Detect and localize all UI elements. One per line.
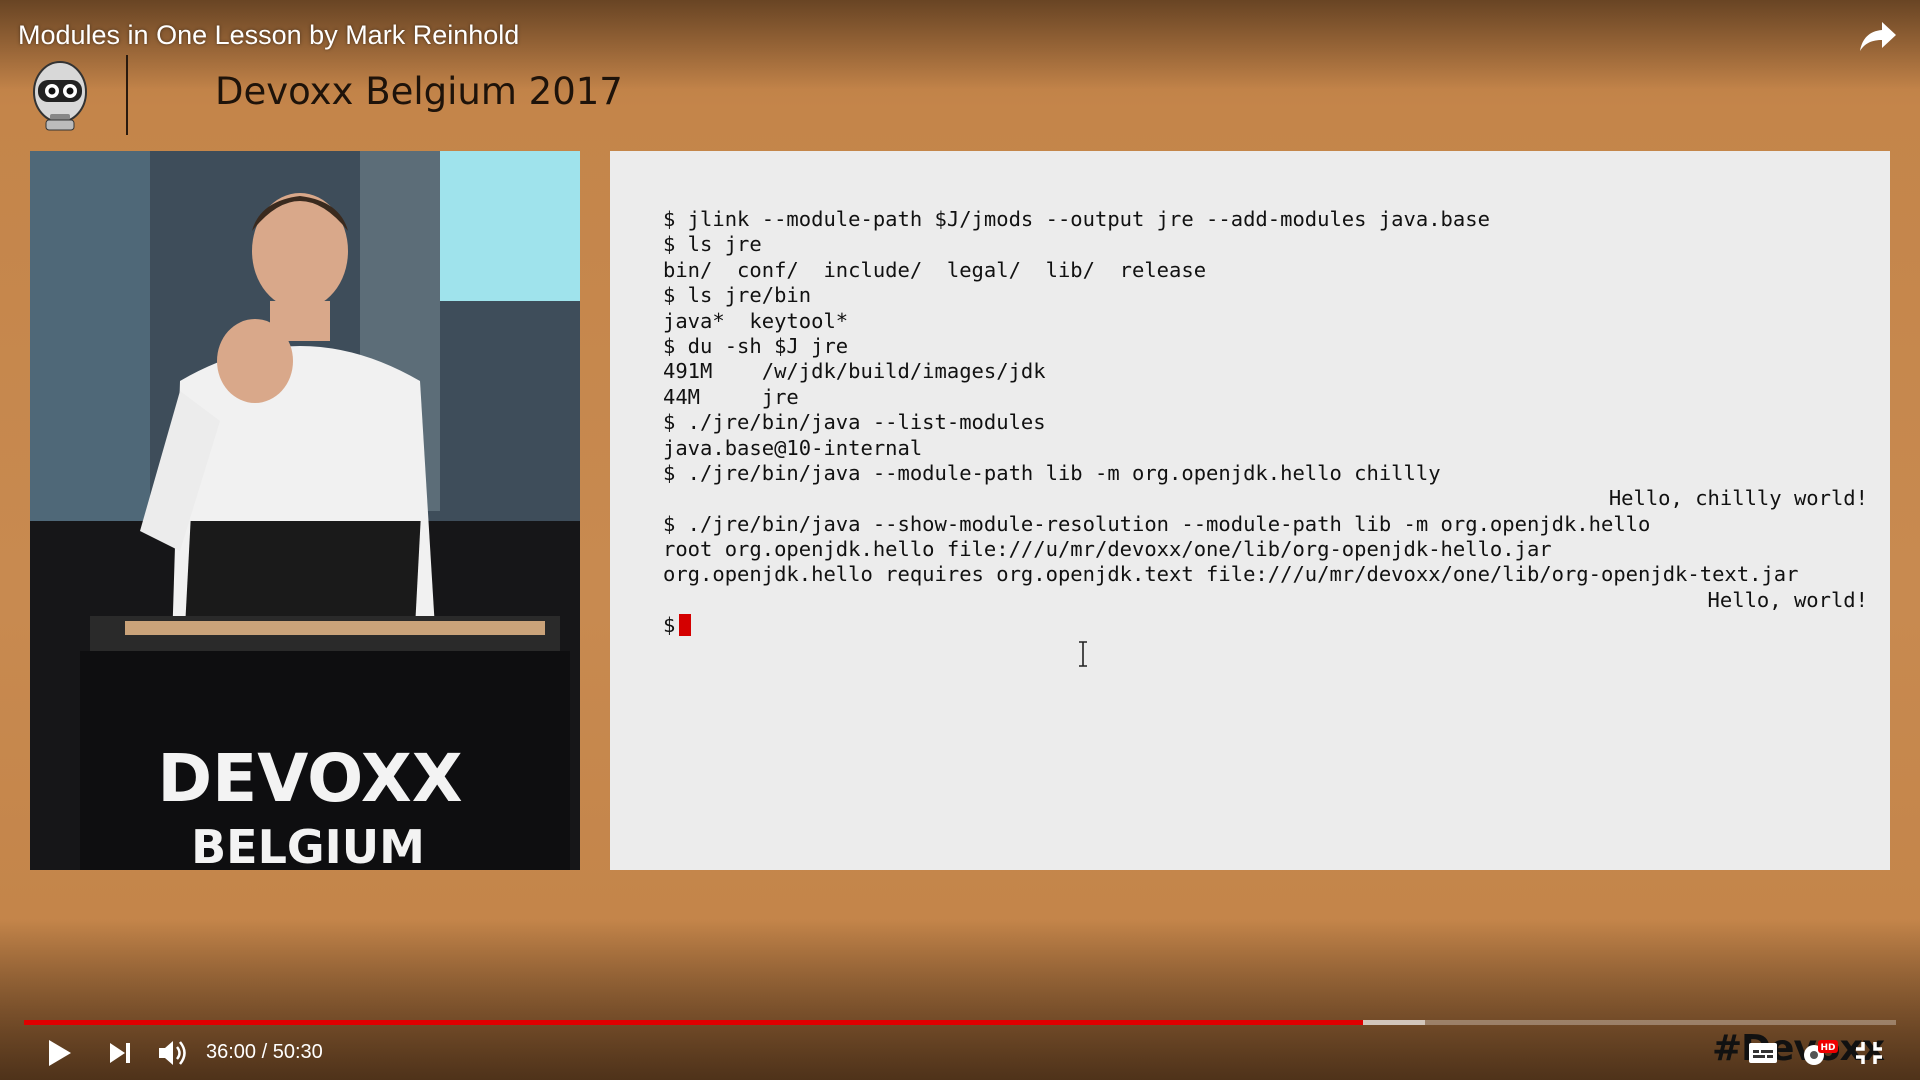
logo-divider — [126, 55, 128, 135]
devoxx-robot-logo — [33, 61, 87, 131]
time-separator: / — [256, 1041, 273, 1063]
terminal-output: $ jlink --module-path $J/jmods --output … — [663, 207, 1868, 639]
speaker-scene: DEVOXX BELGIUM — [30, 151, 580, 870]
share-icon[interactable] — [1858, 18, 1898, 54]
terminal-line: org.openjdk.hello requires org.openjdk.t… — [663, 562, 1799, 587]
exit-fullscreen-button[interactable] — [1852, 1034, 1886, 1072]
next-button[interactable] — [106, 1034, 134, 1072]
terminal-line: Hello, world! — [1707, 587, 1868, 612]
current-time: 36:00 — [206, 1041, 257, 1063]
terminal-line: $ ./jre/bin/java --show-module-resolutio… — [663, 511, 1651, 536]
terminal-line: $ jlink --module-path $J/jmods --output … — [663, 207, 1490, 231]
speaker-video-pane: DEVOXX BELGIUM — [30, 151, 580, 870]
terminal-prompt: $ — [663, 613, 676, 638]
progress-played — [24, 1020, 1364, 1025]
terminal-line: $ ls jre/bin — [663, 283, 812, 308]
text-cursor-ibeam-icon — [1079, 641, 1087, 667]
video-title[interactable]: Modules in One Lesson by Mark Reinhold — [18, 20, 519, 51]
terminal-slide: $ jlink --module-path $J/jmods --output … — [610, 151, 1890, 870]
volume-icon — [159, 1041, 173, 1065]
time-display: 36:00 / 50:30 — [206, 1041, 323, 1064]
terminal-line: java* keytool* — [663, 308, 849, 333]
terminal-line: $ ./jre/bin/java --list-modules — [663, 410, 1046, 435]
total-time: 50:30 — [272, 1041, 323, 1063]
terminal-line: java.base@10-internal — [663, 435, 923, 460]
play-button[interactable] — [44, 1034, 74, 1072]
terminal-line: 491M /w/jdk/build/images/jdk — [663, 359, 1046, 384]
conference-title: Devoxx Belgium 2017 — [215, 70, 623, 113]
subtitles-button[interactable] — [1746, 1034, 1780, 1072]
settings-button[interactable]: HD — [1796, 1034, 1840, 1072]
terminal-line: Hello, chillly world! — [1608, 486, 1868, 511]
podium-devoxx-text: DEVOXX — [157, 740, 462, 817]
progress-bar[interactable] — [24, 1020, 1896, 1025]
exit-fullscreen-icon — [1856, 1042, 1882, 1064]
terminal-line: $ ls jre — [663, 232, 762, 257]
terminal-line: $ du -sh $J jre — [663, 333, 849, 358]
volume-button[interactable] — [156, 1034, 190, 1072]
hd-badge-label: HD — [1820, 1043, 1835, 1053]
terminal-line: bin/ conf/ include/ legal/ lib/ release — [663, 257, 1207, 282]
play-icon — [49, 1040, 71, 1066]
terminal-prompt-line[interactable]: $ — [663, 613, 1868, 638]
podium-belgium-text: BELGIUM — [191, 820, 425, 870]
next-icon — [110, 1043, 125, 1063]
terminal-line: $ ./jre/bin/java --module-path lib -m or… — [663, 460, 1441, 485]
terminal-line: 44M jre — [663, 384, 799, 409]
terminal-cursor — [679, 614, 692, 637]
terminal-line: root org.openjdk.hello file:///u/mr/devo… — [663, 537, 1552, 562]
